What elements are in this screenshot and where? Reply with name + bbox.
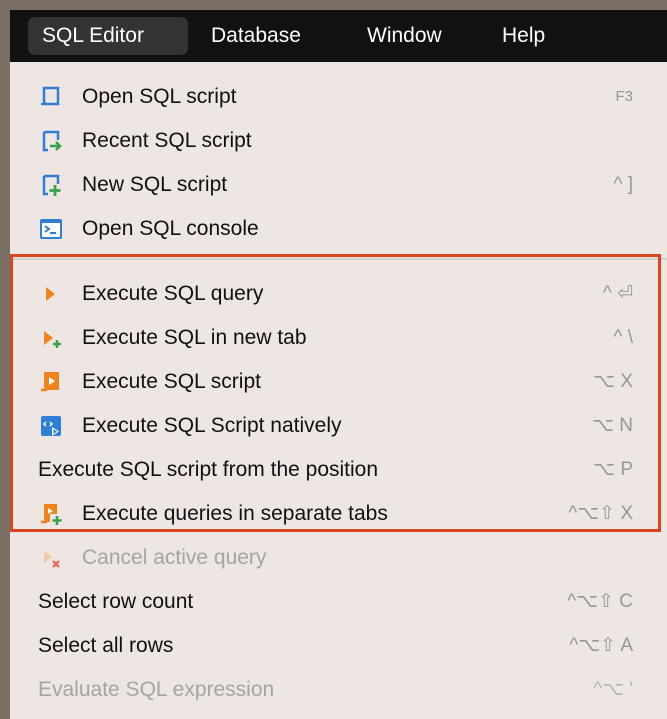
menu-item-label: Open SQL console [82,217,259,240]
menu-item-label: Cancel active query [82,546,267,569]
menu-item-label: Select all rows [38,634,174,657]
menu-item-new-sql-script[interactable]: New SQL script ^ ] [10,163,667,207]
menu-item-cancel-active-query: Cancel active query [10,536,667,580]
shortcut-label: ^ ] [613,174,633,195]
menu-item-recent-sql-script[interactable]: Recent SQL script [10,119,667,163]
menu-window[interactable]: Window [367,10,442,62]
menu-item-label: Evaluate SQL expression [38,678,275,701]
menu-item-label: Recent SQL script [82,129,252,152]
cancel-query-icon [38,545,64,571]
menu-bar: SQL Editor Database Window Help [10,10,667,62]
new-sql-script-icon [38,172,64,198]
shortcut-label: F3 [615,88,633,105]
shortcut-label: ^⌥⇧ C [567,591,633,612]
recent-sql-script-icon [38,128,64,154]
sql-console-icon [38,216,64,242]
menu-item-evaluate-sql-expression: Evaluate SQL expression ^⌥ ' [10,668,667,712]
menu-sql-editor[interactable]: SQL Editor [28,17,188,55]
menu-item-open-sql-console[interactable]: Open SQL console [10,207,667,251]
menu-item-select-row-count[interactable]: Select row count ^⌥⇧ C [10,580,667,624]
menu-item-select-all-rows[interactable]: Select all rows ^⌥⇧ A [10,624,667,668]
shortcut-label: ^⌥ ' [593,679,633,700]
menu-database[interactable]: Database [211,10,301,62]
sql-editor-dropdown-menu: Open SQL script F3 Recent SQL script New… [10,62,667,719]
menu-item-label: Open SQL script [82,85,237,108]
menu-item-label: Select row count [38,590,194,613]
shortcut-label: ^⌥⇧ A [569,635,633,656]
menu-help[interactable]: Help [502,10,545,62]
highlight-box [10,254,661,532]
menu-item-open-sql-script[interactable]: Open SQL script F3 [10,75,667,119]
open-sql-script-icon [38,84,64,110]
menu-item-label: New SQL script [82,173,228,196]
